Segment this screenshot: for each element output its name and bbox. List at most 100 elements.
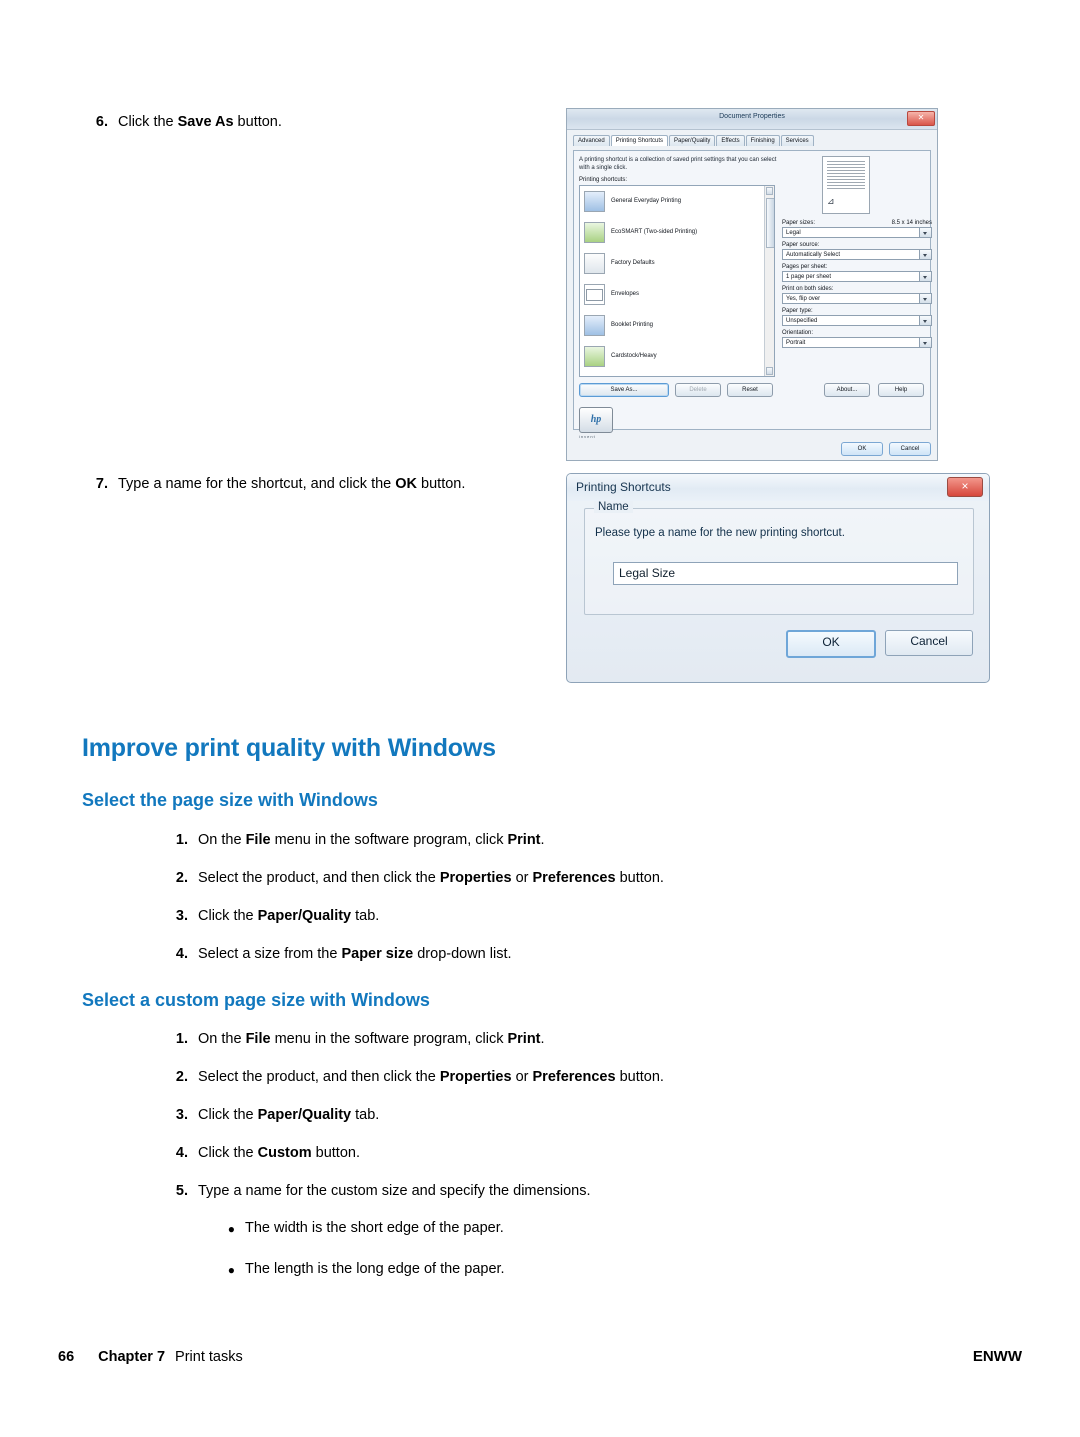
step-bold-1: File [245, 1031, 271, 1047]
paper-type-value: Unspecified [786, 318, 818, 324]
paper-size-value: Legal [786, 230, 801, 236]
list-item-label: Booklet Printing [611, 322, 654, 328]
tab-strip[interactable]: Advanced Printing Shortcuts Paper/Qualit… [573, 135, 931, 146]
step-part-1: On the [198, 832, 246, 848]
scrollbar-thumb[interactable] [766, 198, 774, 248]
chevron-down-icon[interactable] [919, 250, 931, 259]
tab-paper-quality[interactable]: Paper/Quality [669, 135, 716, 146]
step-text-post: button. [417, 476, 466, 492]
step-item: 1. On the File menu in the software prog… [164, 830, 984, 850]
step-text: Type a name for the shortcut, and click … [118, 474, 514, 494]
step-text: On the File menu in the software program… [198, 830, 984, 850]
dialog-buttons: OK Cancel [841, 442, 931, 456]
orientation-dropdown[interactable]: Portrait [782, 337, 932, 348]
list-item-label: EcoSMART (Two-sided Printing) [611, 229, 698, 235]
step-bold-2: Print [507, 832, 541, 848]
window-titlebar: Document Properties ✕ [567, 109, 937, 130]
step-number: 7. [95, 476, 108, 492]
print-both-sides-dropdown[interactable]: Yes, flip over [782, 293, 932, 304]
scroll-up-icon[interactable] [766, 187, 773, 195]
save-as-button[interactable]: Save As... [579, 383, 669, 397]
step-part-2: tab. [351, 1107, 380, 1123]
list-item-label: General Everyday Printing [611, 198, 682, 204]
help-button[interactable]: Help [878, 383, 924, 397]
chevron-down-icon[interactable] [919, 228, 931, 237]
shortcut-name-input[interactable]: Legal Size [613, 562, 958, 585]
step-bold-1: Properties [439, 1069, 512, 1085]
step-part-3: . [540, 1031, 545, 1047]
paper-source-value: Automatically Select [786, 252, 841, 258]
tab-services[interactable]: Services [780, 135, 814, 146]
section-heading-select-page-size: Select the page size with Windows [82, 790, 378, 810]
help-buttons: About... Help [824, 383, 924, 397]
list-item[interactable]: Cardstock/Heavy [580, 341, 774, 372]
window-controls[interactable]: ✕ [907, 111, 935, 126]
list-item[interactable]: Factory Defaults [580, 248, 774, 279]
factory-defaults-icon [584, 252, 605, 274]
step-part-3: button. [615, 870, 664, 886]
field-print-both-sides: Print on both sides: Yes, flip over [782, 286, 932, 304]
document-page: 6. Click the Save As button. Document Pr… [0, 0, 1080, 1437]
page-preview: ⊿ [822, 156, 870, 214]
paper-source-dropdown[interactable]: Automatically Select [782, 249, 932, 260]
field-hint: 8.5 x 14 inches [891, 220, 932, 226]
reset-button[interactable]: Reset [727, 383, 773, 397]
step-7: 7. Type a name for the shortcut, and cli… [84, 474, 514, 494]
chevron-down-icon[interactable] [919, 272, 931, 281]
step-number: 3. [175, 1107, 188, 1123]
field-label: Print on both sides: [782, 286, 834, 292]
close-icon[interactable]: ✕ [907, 111, 935, 126]
list-scrollbar[interactable] [764, 186, 774, 376]
dialog-instruction: Please type a name for the new printing … [595, 527, 845, 539]
step-number: 4. [175, 1145, 188, 1161]
chevron-down-icon[interactable] [919, 338, 931, 347]
step-number: 4. [175, 946, 188, 962]
hp-logo-tagline: invent [579, 434, 596, 439]
tab-printing-shortcuts[interactable]: Printing Shortcuts [610, 135, 669, 146]
scroll-down-icon[interactable] [766, 367, 773, 375]
ok-button[interactable]: OK [841, 442, 883, 456]
tab-finishing[interactable]: Finishing [745, 135, 780, 146]
step-text-bold: OK [395, 476, 418, 492]
close-icon[interactable]: × [947, 477, 983, 497]
list-item[interactable]: EcoSMART (Two-sided Printing) [580, 217, 774, 248]
about-button[interactable]: About... [824, 383, 870, 397]
step-text: Click the Save As button. [118, 112, 524, 132]
step-item: 4. Select a size from the Paper size dro… [164, 944, 984, 964]
shortcut-list[interactable]: General Everyday Printing EcoSMART (Two-… [579, 185, 775, 377]
screenshot-document-properties: Document Properties ✕ Advanced Printing … [566, 108, 938, 461]
list-item[interactable]: General Everyday Printing [580, 186, 774, 217]
dialog-title: Printing Shortcuts [576, 480, 671, 494]
step-item: 1. On the File menu in the software prog… [164, 1029, 984, 1049]
step-part-1: On the [198, 1031, 246, 1047]
footer-chapter: Chapter 7 [98, 1349, 166, 1365]
step-number: 5. [175, 1183, 188, 1199]
step-number: 6. [95, 114, 108, 130]
field-label: Pages per sheet: [782, 264, 828, 270]
paper-size-dropdown[interactable]: Legal [782, 227, 932, 238]
tab-advanced[interactable]: Advanced [573, 135, 610, 146]
footer-enww: ENWW [972, 1348, 1022, 1365]
chevron-down-icon[interactable] [919, 316, 931, 325]
step-text-pre: Type a name for the shortcut, and click … [118, 476, 396, 492]
list-item[interactable]: Envelopes [580, 279, 774, 310]
chevron-down-icon[interactable] [919, 294, 931, 303]
dialog-titlebar: Printing Shortcuts × [567, 474, 989, 501]
ecosmart-icon [584, 221, 605, 243]
page-number: 66 [58, 1349, 75, 1365]
cancel-button[interactable]: Cancel [885, 630, 973, 656]
step-text: Select the product, and then click the P… [198, 868, 984, 888]
list-item[interactable]: Booklet Printing [580, 310, 774, 341]
ok-button[interactable]: OK [786, 630, 876, 658]
cancel-button[interactable]: Cancel [889, 442, 931, 456]
step-item: 3. Click the Paper/Quality tab. [164, 1105, 984, 1125]
field-label: Paper type: [782, 308, 813, 314]
paper-type-dropdown[interactable]: Unspecified [782, 315, 932, 326]
field-paper-type: Paper type: Unspecified [782, 308, 932, 326]
step-part-2: or [511, 870, 533, 886]
delete-button[interactable]: Delete [675, 383, 721, 397]
tab-effects[interactable]: Effects [716, 135, 745, 146]
field-label: Paper source: [782, 242, 820, 248]
pages-per-sheet-dropdown[interactable]: 1 page per sheet [782, 271, 932, 282]
step-text-post: button. [233, 114, 282, 130]
